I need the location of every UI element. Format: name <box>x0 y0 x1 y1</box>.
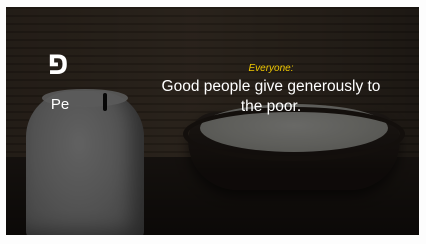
slide <box>6 7 419 235</box>
background-dim-overlay <box>6 7 419 235</box>
speaker-label: Everyone: <box>248 63 294 74</box>
hebrew-letter: פ <box>47 45 69 81</box>
verse-text: Good people give generously to the poor. <box>161 78 381 115</box>
slide-frame: פ Pe Everyone: Good people give generous… <box>0 0 426 244</box>
letter-name: Pe <box>50 96 70 113</box>
